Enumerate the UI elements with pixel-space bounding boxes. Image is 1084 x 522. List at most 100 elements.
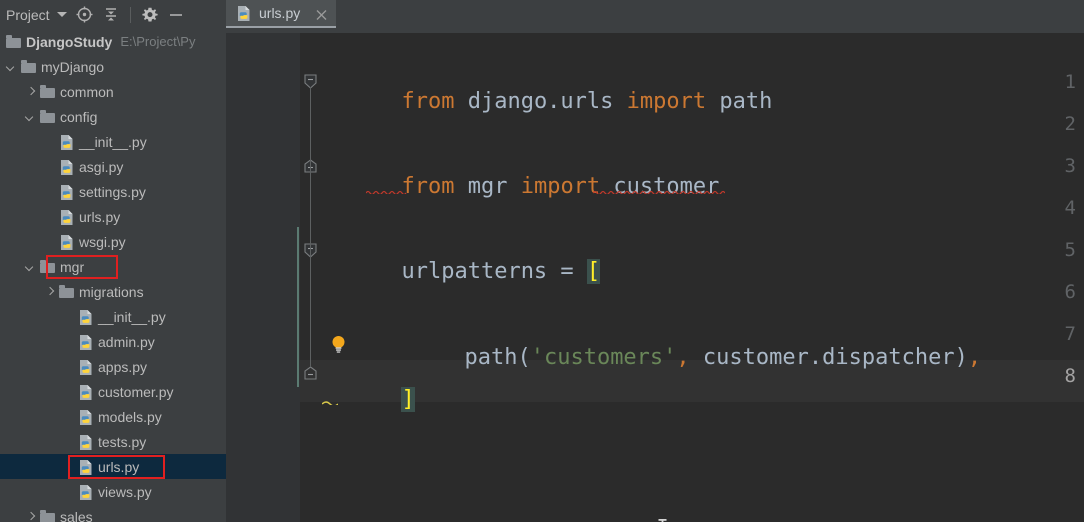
pycharm-window: Project urls.py DjangoStudy E:\Project\P… xyxy=(0,0,1084,522)
tree-row-label: admin.py xyxy=(98,333,155,350)
tree-row-urls-py[interactable]: urls.py xyxy=(0,454,226,479)
tab-urls-py[interactable]: urls.py xyxy=(226,0,336,28)
python-file-icon xyxy=(59,134,75,150)
tree-row-urls-py[interactable]: urls.py xyxy=(0,204,226,229)
token-matched-close-bracket: ] xyxy=(401,387,415,412)
tree-row-tests-py[interactable]: tests.py xyxy=(0,429,226,454)
tree-row-config[interactable]: config xyxy=(0,104,226,129)
close-icon[interactable] xyxy=(316,8,327,20)
tree-row-wsgi-py[interactable]: wsgi.py xyxy=(0,229,226,254)
tree-row-label: urls.py xyxy=(79,208,121,225)
line-number-5: 5 xyxy=(1064,239,1076,261)
folder-icon xyxy=(59,284,75,300)
tree-row-label: customer.py xyxy=(98,383,174,400)
tree-row-init-py[interactable]: __init__.py xyxy=(0,129,226,154)
vcs-change-marker[interactable] xyxy=(297,227,299,387)
line-number-2: 2 xyxy=(1064,113,1076,135)
project-dropdown-button[interactable]: Project xyxy=(0,0,72,29)
tree-row-common[interactable]: common xyxy=(0,79,226,104)
line-number-3: 3 xyxy=(1064,155,1076,177)
tree-row-customer-py[interactable]: customer.py xyxy=(0,379,226,404)
tree-row-label: tests.py xyxy=(98,433,147,450)
python-file-icon xyxy=(78,384,94,400)
fold-region-line xyxy=(310,87,311,367)
chevron-down-icon[interactable] xyxy=(6,61,18,73)
tree-row-label: mgr xyxy=(60,258,85,275)
python-file-icon xyxy=(59,209,75,225)
line-number-1: 1 xyxy=(1064,71,1076,93)
tree-row-label: config xyxy=(60,108,98,125)
line-number-8: 8 xyxy=(1064,365,1076,387)
tree-row-admin-py[interactable]: admin.py xyxy=(0,329,226,354)
python-file-icon xyxy=(78,484,94,500)
chevron-right-icon[interactable] xyxy=(25,86,37,98)
editor-gutter[interactable] xyxy=(226,29,300,522)
tree-row-mgr[interactable]: mgr xyxy=(0,254,226,279)
token-matched-open-bracket: [ xyxy=(586,259,601,284)
chevron-down-icon[interactable] xyxy=(25,111,37,123)
tree-row-label: wsgi.py xyxy=(79,233,126,250)
token-comma-2: , xyxy=(967,345,982,370)
chevron-right-icon[interactable] xyxy=(44,286,56,298)
tree-row-label: views.py xyxy=(98,483,152,500)
project-dropdown-label: Project xyxy=(6,6,50,23)
editor-top-strip xyxy=(226,29,1084,33)
chevron-down-icon[interactable] xyxy=(25,261,37,273)
fold-marker-line-8[interactable] xyxy=(304,366,317,380)
error-squiggle-customer xyxy=(592,181,726,196)
tree-row-label: models.py xyxy=(98,408,162,425)
code-editor[interactable]: 1 2 3 4 5 6 7 8 from django.urls import … xyxy=(226,29,1084,522)
tree-row-sales[interactable]: sales xyxy=(0,504,226,522)
project-root-label: DjangoStudy xyxy=(26,33,113,50)
tree-row-label: asgi.py xyxy=(79,158,124,175)
token-string-customers: 'customers' xyxy=(530,345,677,370)
tree-row-apps-py[interactable]: apps.py xyxy=(0,354,226,379)
warning-squiggle-bracket xyxy=(321,392,339,407)
project-root-path: E:\Project\Py xyxy=(120,34,196,49)
tree-row-label: myDjango xyxy=(41,58,105,75)
tree-row-migrations[interactable]: migrations xyxy=(0,279,226,304)
collapse-all-icon[interactable] xyxy=(98,0,124,29)
python-file-icon xyxy=(59,234,75,250)
tree-row-label: migrations xyxy=(79,283,144,300)
tree-row-settings-py[interactable]: settings.py xyxy=(0,179,226,204)
token-name-path: path xyxy=(706,89,773,114)
tree-row-init-py[interactable]: __init__.py xyxy=(0,304,226,329)
python-file-icon xyxy=(236,5,252,22)
line-number-4: 4 xyxy=(1064,197,1076,219)
folder-icon xyxy=(6,34,22,50)
token-arg-customer-dispatcher: customer.dispatcher) xyxy=(689,345,968,370)
line-number-7: 7 xyxy=(1064,323,1076,345)
fold-marker-line-1[interactable] xyxy=(304,74,317,89)
token-name-urlpatterns: urlpatterns = xyxy=(401,259,587,284)
folder-icon xyxy=(40,259,56,275)
python-file-icon xyxy=(78,434,94,450)
settings-gear-icon[interactable] xyxy=(137,0,163,29)
tree-row-label: urls.py xyxy=(98,458,140,475)
tree-row-mydjango[interactable]: myDjango xyxy=(0,54,226,79)
token-name-customer: customer xyxy=(600,174,720,199)
tree-items: myDjango common config __init__.py asgi.py se… xyxy=(0,54,226,522)
tree-row-models-py[interactable]: models.py xyxy=(0,404,226,429)
python-file-icon xyxy=(59,159,75,175)
hide-panel-icon[interactable] xyxy=(163,0,189,29)
chevron-right-icon[interactable] xyxy=(25,511,37,522)
top-toolbar: Project xyxy=(0,0,1084,29)
project-tree-panel[interactable]: DjangoStudy E:\Project\Py myDjango common… xyxy=(0,29,226,522)
tree-row-asgi-py[interactable]: asgi.py xyxy=(0,154,226,179)
python-file-icon xyxy=(78,409,94,425)
tree-row-project-root[interactable]: DjangoStudy E:\Project\Py xyxy=(0,29,226,54)
tree-row-label: common xyxy=(60,83,114,100)
tree-row-views-py[interactable]: views.py xyxy=(0,479,226,504)
toolbar-divider xyxy=(129,6,131,23)
locate-target-icon[interactable] xyxy=(72,0,98,29)
tab-label: urls.py xyxy=(259,5,301,21)
